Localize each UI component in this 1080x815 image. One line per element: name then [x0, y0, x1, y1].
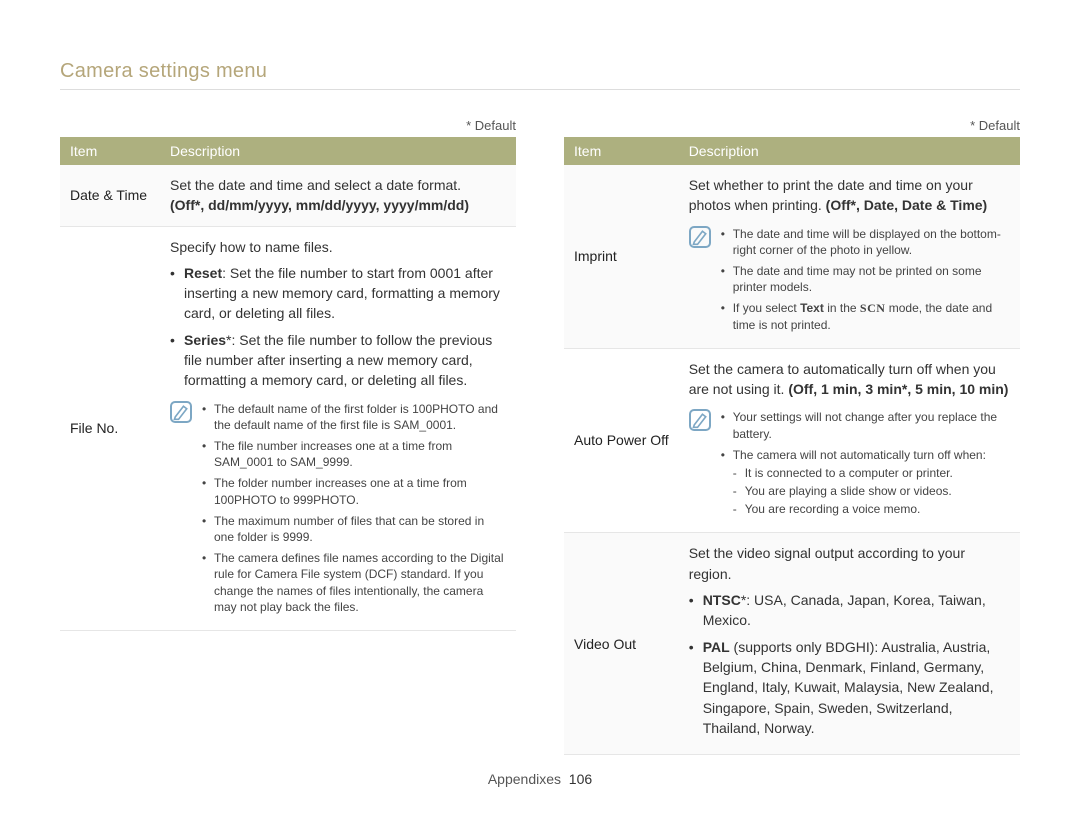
desc-cell-auto-power: Set the camera to automatically turn off… — [679, 348, 1020, 533]
item-cell-auto-power: Auto Power Off — [564, 348, 679, 533]
default-note-left: * Default — [60, 118, 516, 133]
footer: Appendixes 106 — [0, 771, 1080, 787]
option-text: (supports only BDGHI): Australia, Austri… — [703, 639, 994, 736]
table-row: File No. Specify how to name files. Rese… — [60, 226, 516, 630]
dash-item: You are recording a voice memo. — [733, 501, 1010, 517]
desc-cell-video-out: Set the video signal output according to… — [679, 533, 1020, 755]
options-text: (Off*, Date, Date & Time) — [826, 197, 988, 213]
option-text: : Set the file number to start from 0001… — [184, 265, 500, 322]
list-item: Reset: Set the file number to start from… — [170, 263, 506, 324]
desc-cell-date-time: Set the date and time and select a date … — [160, 165, 516, 226]
intro-text: Specify how to name files. — [170, 239, 333, 255]
col-header-description: Description — [679, 137, 1020, 165]
col-header-description: Description — [160, 137, 516, 165]
page-title: Camera settings menu — [60, 60, 1020, 83]
table-row: Imprint Set whether to print the date an… — [564, 165, 1020, 348]
note-box: Your settings will not change after you … — [689, 409, 1010, 522]
item-cell-imprint: Imprint — [564, 165, 679, 348]
note-fragment: Text — [800, 301, 824, 315]
note-item: The default name of the first folder is … — [202, 401, 506, 433]
desc-cell-imprint: Set whether to print the date and time o… — [679, 165, 1020, 348]
note-item: The camera will not automatically turn o… — [721, 447, 1010, 518]
list-item: NTSC*: USA, Canada, Japan, Korea, Taiwan… — [689, 590, 1010, 631]
content-columns: * Default Item Description Date & Time S… — [60, 118, 1020, 755]
divider — [60, 89, 1020, 90]
note-icon — [689, 226, 711, 248]
item-cell-file-no: File No. — [60, 226, 160, 630]
note-item: The camera defines file names according … — [202, 550, 506, 615]
footer-page-number: 106 — [569, 771, 592, 787]
left-column: * Default Item Description Date & Time S… — [60, 118, 516, 755]
note-list: The date and time will be displayed on t… — [721, 226, 1010, 338]
note-list: Your settings will not change after you … — [721, 409, 1010, 522]
list-item: PAL (supports only BDGHI): Australia, Au… — [689, 637, 1010, 738]
right-column: * Default Item Description Imprint Set w… — [564, 118, 1020, 755]
table-row: Auto Power Off Set the camera to automat… — [564, 348, 1020, 533]
desc-cell-file-no: Specify how to name files. Reset: Set th… — [160, 226, 516, 630]
note-icon — [170, 401, 192, 423]
item-cell-date-time: Date & Time — [60, 165, 160, 226]
note-box: The default name of the first folder is … — [170, 401, 506, 620]
dash-list: It is connected to a computer or printer… — [733, 465, 1010, 518]
footer-section: Appendixes — [488, 771, 561, 787]
note-fragment: The camera will not automatically turn o… — [733, 448, 986, 462]
option-label: Series — [184, 332, 226, 348]
dash-item: It is connected to a computer or printer… — [733, 465, 1010, 481]
settings-table-left: Item Description Date & Time Set the dat… — [60, 137, 516, 631]
option-label: NTSC — [703, 592, 741, 608]
col-header-item: Item — [564, 137, 679, 165]
table-row: Video Out Set the video signal output ac… — [564, 533, 1020, 755]
note-fragment: in the — [824, 301, 860, 315]
note-item: Your settings will not change after you … — [721, 409, 1010, 441]
note-list: The default name of the first folder is … — [202, 401, 506, 620]
note-item: The maximum number of files that can be … — [202, 513, 506, 545]
desc-text: Set the date and time and select a date … — [170, 177, 461, 193]
note-item: If you select Text in the SCN mode, the … — [721, 300, 1010, 332]
note-fragment: SCN — [860, 301, 886, 315]
settings-table-right: Item Description Imprint Set whether to … — [564, 137, 1020, 755]
dash-item: You are playing a slide show or videos. — [733, 483, 1010, 499]
list-item: Series*: Set the file number to follow t… — [170, 330, 506, 391]
table-row: Date & Time Set the date and time and se… — [60, 165, 516, 226]
col-header-item: Item — [60, 137, 160, 165]
note-item: The date and time will be displayed on t… — [721, 226, 1010, 258]
item-cell-video-out: Video Out — [564, 533, 679, 755]
default-note-right: * Default — [564, 118, 1020, 133]
desc-text: Set the video signal output according to… — [689, 545, 965, 581]
note-item: The file number increases one at a time … — [202, 438, 506, 470]
option-label: PAL — [703, 639, 730, 655]
option-text: *: USA, Canada, Japan, Korea, Taiwan, Me… — [703, 592, 986, 628]
options-text: (Off, 1 min, 3 min*, 5 min, 10 min) — [788, 381, 1008, 397]
option-text: *: Set the file number to follow the pre… — [184, 332, 492, 389]
option-label: Reset — [184, 265, 222, 281]
note-icon — [689, 409, 711, 431]
note-item: The date and time may not be printed on … — [721, 263, 1010, 295]
note-box: The date and time will be displayed on t… — [689, 226, 1010, 338]
options-text: (Off*, dd/mm/yyyy, mm/dd/yyyy, yyyy/mm/d… — [170, 197, 469, 213]
note-item: The folder number increases one at a tim… — [202, 475, 506, 507]
note-fragment: If you select — [733, 301, 800, 315]
